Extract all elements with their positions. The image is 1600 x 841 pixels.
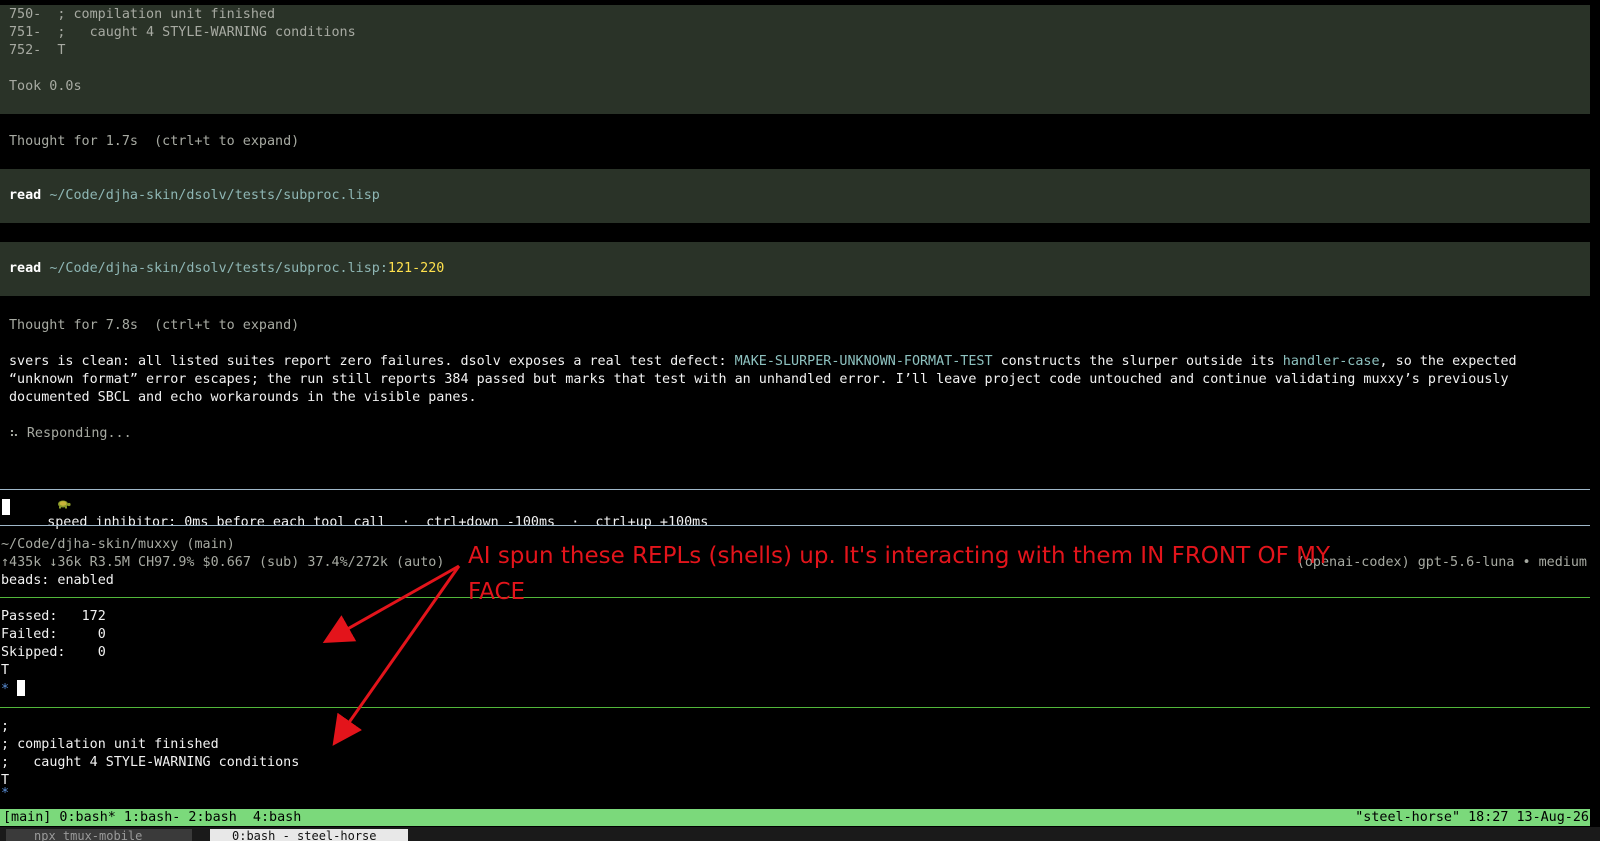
- annotation-arrow: [322, 564, 460, 643]
- annotation-arrows: [322, 564, 461, 746]
- annotation-arrow: [332, 565, 461, 746]
- annotation-text: AI spun these REPLs (shells) up. It's in…: [468, 543, 1331, 605]
